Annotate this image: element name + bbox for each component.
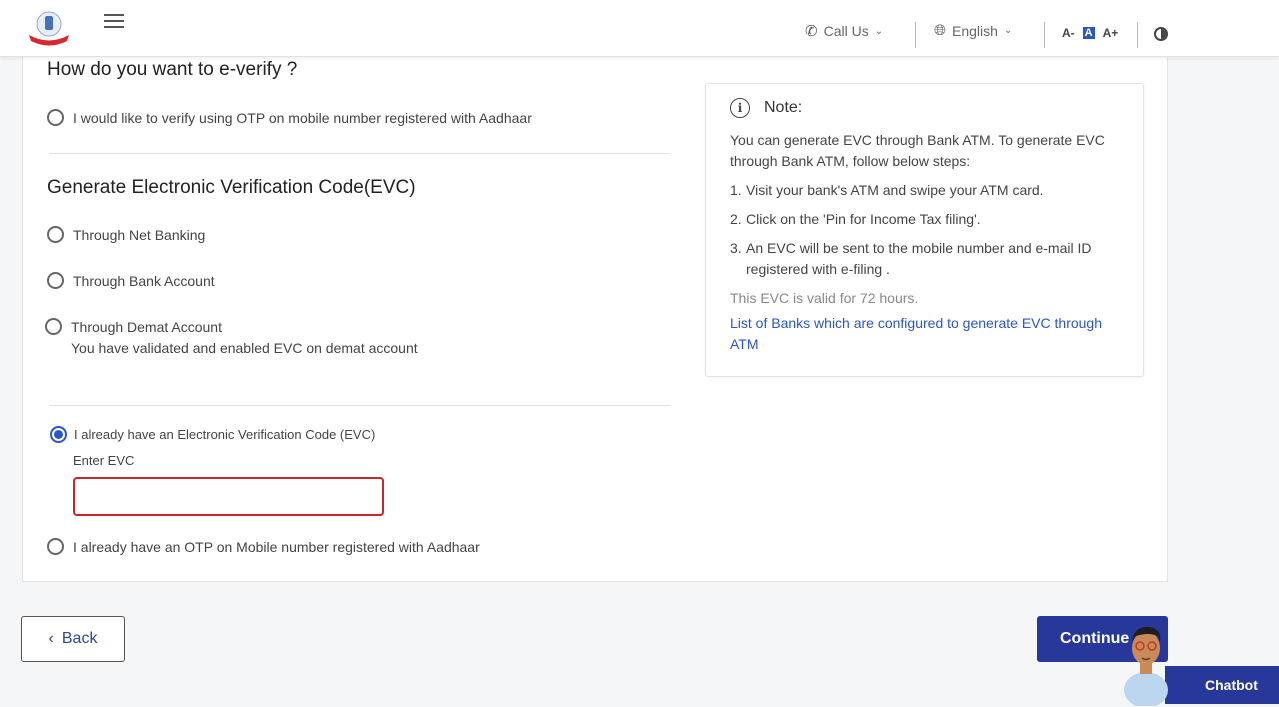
- radio-demat-account[interactable]: Through Demat Account: [45, 318, 222, 335]
- everify-card: How do you want to e-verify ? I would li…: [22, 57, 1168, 582]
- note-step: 2. Click on the 'Pin for Income Tax filin…: [730, 211, 981, 227]
- divider: [1044, 22, 1045, 48]
- chevron-down-icon: ⌄: [1003, 25, 1013, 36]
- note-box: i Note: You can generate EVC through Ban…: [705, 83, 1144, 377]
- phone-icon: ✆: [805, 23, 818, 40]
- chevron-down-icon: ⌄: [874, 25, 884, 37]
- chatbot-button[interactable]: Chatbot: [1165, 666, 1279, 704]
- radio-aadhaar-otp[interactable]: I would like to verify using OTP on mobi…: [47, 109, 532, 126]
- evc-validity-text: This EVC is valid for 72 hours.: [730, 290, 919, 306]
- info-icon: i: [730, 98, 750, 118]
- note-steps: 1. Visit your bank's ATM and swipe your A…: [730, 180, 1119, 280]
- note-step: 1. Visit your bank's ATM and swipe your A…: [730, 182, 1044, 198]
- radio-button-selected[interactable]: [50, 426, 67, 443]
- default-font-button[interactable]: A: [1082, 27, 1095, 39]
- menu-icon[interactable]: [104, 14, 124, 30]
- font-size-controls: A- A A+: [1062, 26, 1118, 40]
- divider: [49, 153, 670, 154]
- page-title: How do you want to e-verify ?: [47, 59, 298, 80]
- language-dropdown[interactable]: 🌐︎ English ⌄: [934, 22, 1012, 39]
- back-button[interactable]: ‹ Back: [21, 616, 125, 662]
- radio-have-evc[interactable]: I already have an Electronic Verificatio…: [50, 426, 375, 443]
- radio-bank-account[interactable]: Through Bank Account: [47, 272, 215, 289]
- chatbot-avatar-icon[interactable]: [1118, 620, 1178, 706]
- chevron-left-icon: ‹: [48, 630, 54, 647]
- emblem-logo[interactable]: [26, 8, 72, 46]
- radio-have-otp[interactable]: I already have an OTP on Mobile number r…: [47, 538, 480, 555]
- language-label: English: [952, 22, 998, 39]
- radio-button[interactable]: [47, 538, 64, 555]
- evc-input[interactable]: [73, 477, 384, 516]
- radio-button[interactable]: [47, 272, 64, 289]
- divider: [49, 405, 670, 406]
- enter-evc-label: Enter EVC: [73, 453, 135, 468]
- globe-icon: 🌐︎: [934, 22, 947, 39]
- bank-list-link[interactable]: List of Banks which are configured to ge…: [730, 313, 1119, 355]
- radio-net-banking[interactable]: Through Net Banking: [47, 226, 205, 243]
- call-us-dropdown[interactable]: ✆ Call Us ⌄: [805, 22, 883, 40]
- radio-button[interactable]: [47, 226, 64, 243]
- decrease-font-button[interactable]: A-: [1062, 26, 1075, 40]
- increase-font-button[interactable]: A+: [1103, 26, 1119, 40]
- note-step: 3. An EVC will be sent to the mobile numb…: [730, 240, 1092, 277]
- call-us-label: Call Us: [823, 23, 869, 39]
- divider: [1137, 22, 1138, 48]
- demat-note: You have validated and enabled EVC on de…: [71, 340, 418, 356]
- radio-button[interactable]: [47, 109, 64, 126]
- contrast-toggle-icon[interactable]: [1154, 27, 1168, 41]
- top-header: ✆ Call Us ⌄ 🌐︎ English ⌄ A- A A+: [0, 0, 1279, 57]
- divider: [915, 22, 916, 48]
- radio-button[interactable]: [45, 318, 62, 335]
- note-intro: You can generate EVC through Bank ATM. T…: [730, 132, 1105, 169]
- evc-section-title: Generate Electronic Verification Code(EV…: [47, 177, 416, 198]
- note-title: Note:: [764, 99, 803, 116]
